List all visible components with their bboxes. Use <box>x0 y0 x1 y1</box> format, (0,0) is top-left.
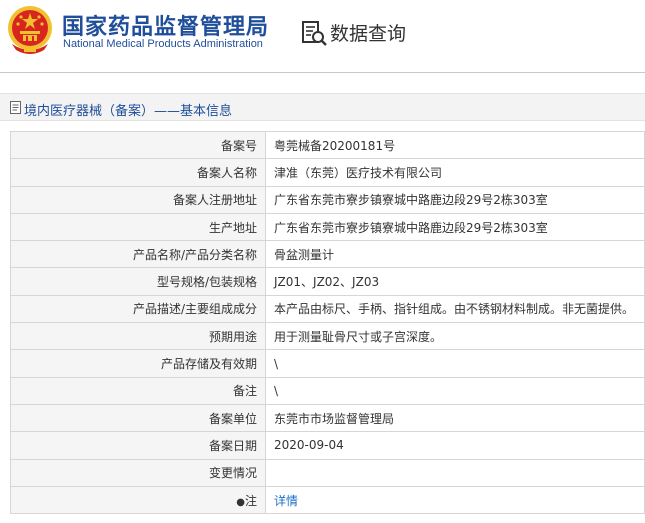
table-row: 型号规格/包装规格 JZ01、JZ02、JZ03 <box>10 267 645 296</box>
field-label: 备案日期 <box>10 431 266 460</box>
field-value: \ <box>265 376 645 405</box>
breadcrumb-title: 境内医疗器械（备案）——基本信息 <box>24 100 232 119</box>
field-label: 产品存储及有效期 <box>10 349 266 378</box>
field-label: 生产地址 <box>10 212 266 242</box>
pin-icon: ● <box>236 496 245 508</box>
table-row: 备案单位 东莞市市场监督管理局 <box>10 403 645 433</box>
breadcrumb: 境内医疗器械（备案）——基本信息 <box>0 93 645 121</box>
details-link[interactable]: 详情 <box>274 494 298 508</box>
document-icon <box>10 101 21 114</box>
document-search-icon <box>302 21 327 46</box>
field-label: 变更情况 <box>10 458 266 487</box>
field-label: 备注 <box>10 376 266 405</box>
note-value: 详情 <box>265 485 645 515</box>
field-label: 备案人名称 <box>10 158 266 187</box>
table-row: ●注 详情 <box>10 485 645 515</box>
site-title-en: National Medical Products Administration <box>63 38 263 50</box>
field-value: 用于测量耻骨尺寸或子宫深度。 <box>265 322 645 351</box>
field-value: 粤莞械备20200181号 <box>265 130 645 160</box>
table-row: 生产地址 广东省东莞市寮步镇寮城中路鹿边段29号2栋303室 <box>10 212 645 242</box>
table-row: 备案日期 2020-09-04 <box>10 431 645 460</box>
table-row: 预期用途 用于测量耻骨尺寸或子宫深度。 <box>10 322 645 351</box>
table-row: 产品名称/产品分类名称 骨盆测量计 <box>10 240 645 269</box>
field-value: 骨盆测量计 <box>265 240 645 269</box>
field-value: 广东省东莞市寮步镇寮城中路鹿边段29号2栋303室 <box>265 212 645 242</box>
field-label: 备案号 <box>10 130 266 160</box>
field-value: JZ01、JZ02、JZ03 <box>265 267 645 296</box>
field-label: 备案人注册地址 <box>10 185 266 214</box>
note-label-text: 注 <box>244 493 257 508</box>
field-value: 广东省东莞市寮步镇寮城中路鹿边段29号2栋303室 <box>265 185 645 214</box>
field-label: 备案单位 <box>10 403 266 433</box>
record-detail-table: 备案号 粤莞械备20200181号 备案人名称 津准（东莞）医疗技术有限公司 备… <box>10 130 645 515</box>
site-title-cn: 国家药品监督管理局 <box>62 15 270 40</box>
table-row: 备案人名称 津准（东莞）医疗技术有限公司 <box>10 158 645 187</box>
table-row: 备注 \ <box>10 376 645 405</box>
field-value: 东莞市市场监督管理局 <box>265 403 645 433</box>
table-row: 产品存储及有效期 \ <box>10 349 645 378</box>
field-label: 预期用途 <box>10 322 266 351</box>
table-row: 备案号 粤莞械备20200181号 <box>10 130 645 160</box>
field-value: 2020-09-04 <box>265 431 645 460</box>
field-label: 产品描述/主要组成成分 <box>10 294 266 324</box>
data-query-title: 数据查询 <box>330 23 407 45</box>
breadcrumb-section: 境内医疗器械（备案） <box>24 104 155 119</box>
field-label: 产品名称/产品分类名称 <box>10 240 266 269</box>
field-value: \ <box>265 349 645 378</box>
field-value: 本产品由标尺、手柄、指针组成。由不锈钢材料制成。非无菌提供。 <box>265 294 645 324</box>
national-emblem-icon <box>8 6 52 54</box>
table-row: 产品描述/主要组成成分 本产品由标尺、手柄、指针组成。由不锈钢材料制成。非无菌提… <box>10 294 645 324</box>
breadcrumb-separator: —— <box>154 104 181 119</box>
table-row: 备案人注册地址 广东省东莞市寮步镇寮城中路鹿边段29号2栋303室 <box>10 185 645 214</box>
field-label: 型号规格/包装规格 <box>10 267 266 296</box>
header-divider <box>0 72 645 73</box>
note-label: ●注 <box>10 485 266 515</box>
breadcrumb-page: 基本信息 <box>180 104 233 119</box>
site-header: 国家药品监督管理局 National Medical Products Admi… <box>0 0 645 72</box>
field-value: 津准（东莞）医疗技术有限公司 <box>265 158 645 187</box>
table-row: 变更情况 <box>10 458 645 487</box>
field-value <box>265 458 645 487</box>
